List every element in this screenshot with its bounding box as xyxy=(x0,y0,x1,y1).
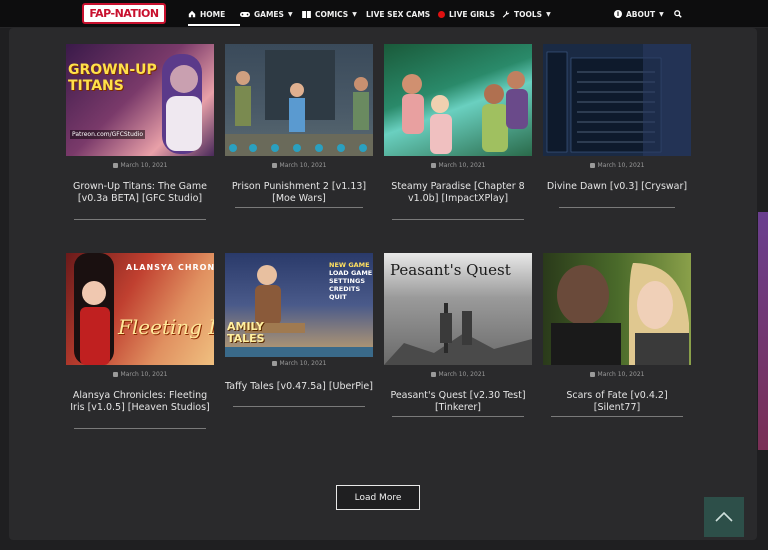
menu-item-settings: SETTINGS xyxy=(329,277,366,285)
post-thumbnail[interactable]: Peasant's Quest xyxy=(384,253,532,365)
title-underline xyxy=(392,219,524,220)
post-thumbnail[interactable] xyxy=(543,253,691,365)
nav-tools[interactable]: TOOLS ▼ xyxy=(502,0,614,28)
calendar-icon xyxy=(112,163,118,168)
nav-live-girls[interactable]: LIVE GIRLS xyxy=(438,0,502,28)
wrench-icon xyxy=(502,10,510,18)
thumbnail-subtitle: ALANSYA CHRONICLES xyxy=(126,263,214,272)
thumbnail-art xyxy=(225,50,373,156)
info-icon: i xyxy=(614,10,622,18)
post-title[interactable]: Taffy Tales [v0.47.5a] [UberPie] xyxy=(225,381,373,393)
title-underline xyxy=(559,207,675,208)
thumbnail-art xyxy=(162,54,202,154)
thumbnail-art xyxy=(402,71,528,154)
post-card[interactable]: AMILY TALES NEW GAME LOAD GAME SETTINGS … xyxy=(225,253,373,407)
title-underline xyxy=(392,416,524,417)
post-title[interactable]: Scars of Fate [v0.4.2] [Silent77] xyxy=(543,390,691,413)
post-card[interactable]: Peasant's Quest March 10, 2021 Peasant's… xyxy=(384,253,532,417)
title-underline xyxy=(74,428,206,429)
site-logo[interactable]: FAP-NATION xyxy=(82,3,166,24)
chevron-up-icon xyxy=(715,512,733,522)
post-date: March 10, 2021 xyxy=(66,162,214,169)
post-title[interactable]: Divine Dawn [v0.3] [Cryswar] xyxy=(543,181,691,193)
thumbnail-title-text: Peasant's Quest xyxy=(390,261,511,279)
post-title[interactable]: Peasant's Quest [v2.30 Test] [Tinkerer] xyxy=(384,390,532,413)
post-thumbnail[interactable]: AMILY TALES NEW GAME LOAD GAME SETTINGS … xyxy=(225,253,373,357)
post-card[interactable]: March 10, 2021 Scars of Fate [v0.4.2] [S… xyxy=(543,253,691,417)
menu-item-credits: CREDITS xyxy=(329,285,361,293)
post-card[interactable]: March 10, 2021 Divine Dawn [v0.3] [Crysw… xyxy=(543,44,691,208)
thumbnail-title-text: AMILY TALES xyxy=(227,320,265,345)
nav-home[interactable]: HOME xyxy=(188,0,240,28)
post-card[interactable]: ALANSYA CHRONICLES Fleeting Iris March 1… xyxy=(66,253,214,429)
thumbnail-art xyxy=(543,44,691,156)
menu-item-quit: QUIT xyxy=(329,293,347,301)
post-thumbnail[interactable]: ALANSYA CHRONICLES Fleeting Iris xyxy=(66,253,214,365)
thumbnail-title-text: GROWN-UP TITANS xyxy=(68,62,157,94)
nav-comics[interactable]: COMICS ▼ xyxy=(302,0,366,28)
thumbnail-title-text: Fleeting Iris xyxy=(118,315,214,339)
calendar-icon xyxy=(589,372,595,377)
top-navbar: FAP-NATION HOME GAMES ▼ COMICS ▼ LIVE SEX … xyxy=(0,0,768,28)
game-menu: NEW GAME LOAD GAME SETTINGS CREDITS QUIT xyxy=(329,261,372,301)
post-title[interactable]: Grown-Up Titans: The Game [v0.3a BETA] [… xyxy=(66,181,214,204)
post-date: March 10, 2021 xyxy=(225,162,373,169)
nav-live-sex-cams[interactable]: LIVE SEX CAMS xyxy=(366,0,438,28)
post-card[interactable]: March 10, 2021 Prison Punishment 2 [v1.1… xyxy=(225,44,373,208)
book-icon xyxy=(302,10,311,18)
chevron-down-icon: ▼ xyxy=(287,10,293,18)
post-date: March 10, 2021 xyxy=(384,162,532,169)
thumbnail-caption: Patreon.com/GFCStudio xyxy=(70,130,146,139)
post-thumbnail[interactable] xyxy=(543,44,691,156)
post-title[interactable]: Alansya Chronicles: Fleeting Iris [v1.0.… xyxy=(66,390,214,413)
post-title[interactable]: Prison Punishment 2 [v1.13] [Moe Wars] xyxy=(225,181,373,204)
calendar-icon xyxy=(112,372,118,377)
post-card[interactable]: March 10, 2021 Steamy Paradise [Chapter … xyxy=(384,44,532,220)
menu-item-load-game: LOAD GAME xyxy=(329,269,373,277)
site-logo-text: FAP-NATION xyxy=(89,7,159,20)
title-underline xyxy=(74,219,206,220)
page-scroll-accent xyxy=(758,212,768,450)
post-title[interactable]: Steamy Paradise [Chapter 8 v1.0b] [Impac… xyxy=(384,181,532,204)
chevron-down-icon: ▼ xyxy=(659,10,664,18)
menu-item-new-game: NEW GAME xyxy=(329,261,370,269)
calendar-icon xyxy=(271,163,277,168)
post-date: March 10, 2021 xyxy=(543,371,691,378)
post-date: March 10, 2021 xyxy=(384,371,532,378)
calendar-icon xyxy=(430,163,436,168)
post-thumbnail[interactable]: GROWN-UP TITANS Patreon.com/GFCStudio xyxy=(66,44,214,156)
nav-about[interactable]: i ABOUT ▼ xyxy=(614,0,674,28)
scroll-to-top-button[interactable] xyxy=(704,497,744,537)
post-date: March 10, 2021 xyxy=(225,360,373,367)
calendar-icon xyxy=(430,372,436,377)
search-icon xyxy=(674,10,682,18)
post-thumbnail[interactable] xyxy=(384,44,532,156)
thumbnail-art xyxy=(551,263,689,365)
post-card[interactable]: GROWN-UP TITANS Patreon.com/GFCStudio Ma… xyxy=(66,44,214,220)
title-underline xyxy=(235,207,363,208)
home-icon xyxy=(188,10,196,18)
calendar-icon xyxy=(589,163,595,168)
main-nav: HOME GAMES ▼ COMICS ▼ LIVE SEX CAMS LIVE G… xyxy=(188,0,688,28)
calendar-icon xyxy=(271,361,277,366)
chevron-down-icon: ▼ xyxy=(546,10,551,18)
post-date: March 10, 2021 xyxy=(66,371,214,378)
search-button[interactable] xyxy=(674,0,688,28)
title-underline xyxy=(233,406,365,407)
nav-games[interactable]: GAMES ▼ xyxy=(240,0,302,28)
post-thumbnail[interactable] xyxy=(225,44,373,156)
title-underline xyxy=(551,416,683,417)
chevron-down-icon: ▼ xyxy=(352,10,357,18)
load-more-button[interactable]: Load More xyxy=(336,485,420,510)
gamepad-icon xyxy=(240,11,250,17)
post-date: March 10, 2021 xyxy=(543,162,691,169)
red-dot-icon xyxy=(438,10,445,18)
